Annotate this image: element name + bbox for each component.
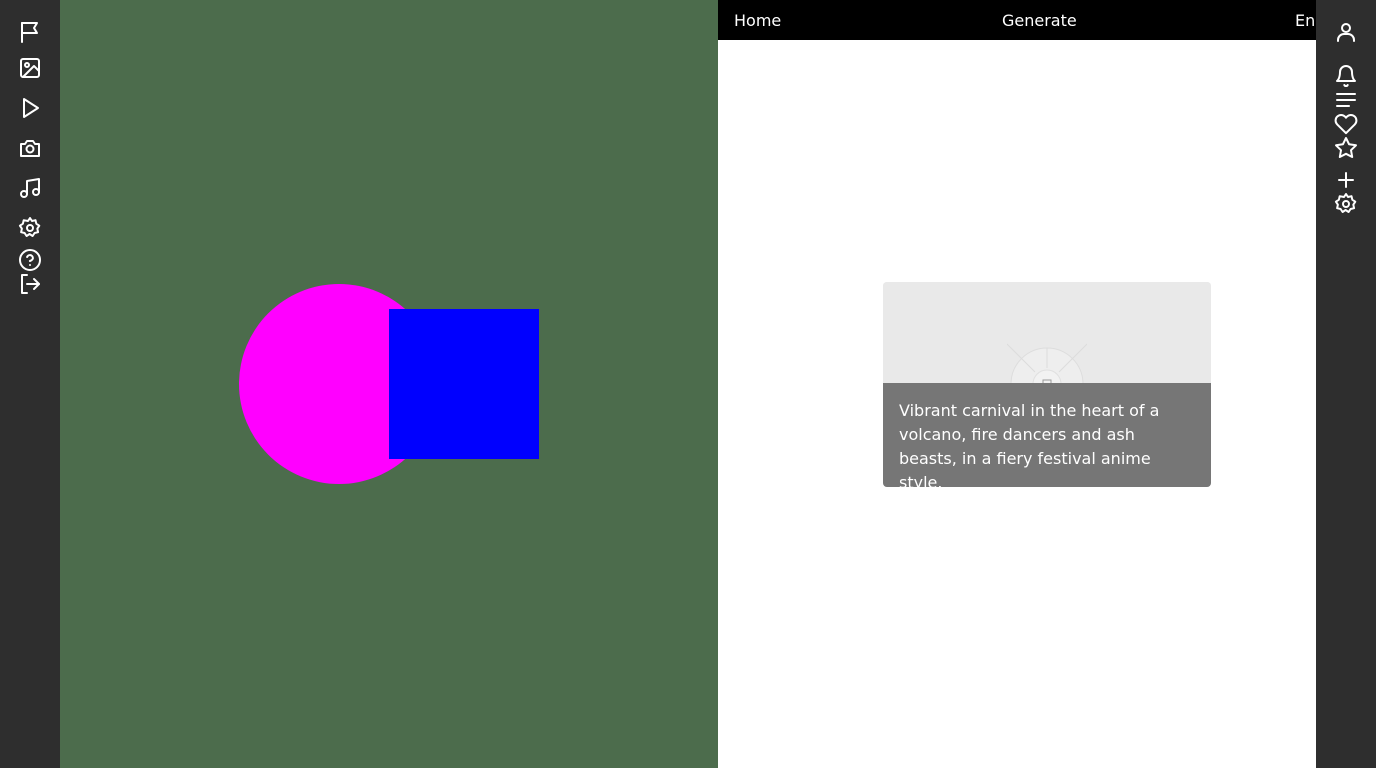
play-icon[interactable] [18,96,42,120]
flag-icon[interactable] [18,20,42,44]
prompt-caption: Vibrant carnival in the heart of a volca… [883,383,1211,487]
music-icon[interactable] [18,176,42,200]
plus-icon[interactable] [1334,168,1358,192]
canvas-panel[interactable] [60,0,718,768]
star-icon[interactable] [1334,136,1358,160]
menu-icon[interactable] [1334,88,1358,112]
camera-icon[interactable] [18,136,42,160]
image-icon[interactable] [18,56,42,80]
blue-square[interactable] [389,309,539,459]
top-navigation: Home Generate Enh [718,0,1316,40]
generation-card[interactable]: Vibrant carnival in the heart of a volca… [883,282,1211,487]
user-icon[interactable] [1334,20,1358,44]
nav-third-link[interactable]: Enh [1295,11,1316,30]
settings-icon[interactable] [1334,192,1358,216]
right-sidebar [1316,0,1376,768]
bell-icon[interactable] [1334,64,1358,88]
web-panel: Home Generate Enh Vibrant carnival in th… [718,0,1316,768]
left-sidebar [0,0,60,768]
help-icon[interactable] [18,248,42,272]
settings-icon[interactable] [18,216,42,240]
nav-generate-link[interactable]: Generate [1002,11,1077,30]
heart-icon[interactable] [1334,112,1358,136]
nav-home-link[interactable]: Home [734,11,781,30]
logout-icon[interactable] [18,272,42,296]
